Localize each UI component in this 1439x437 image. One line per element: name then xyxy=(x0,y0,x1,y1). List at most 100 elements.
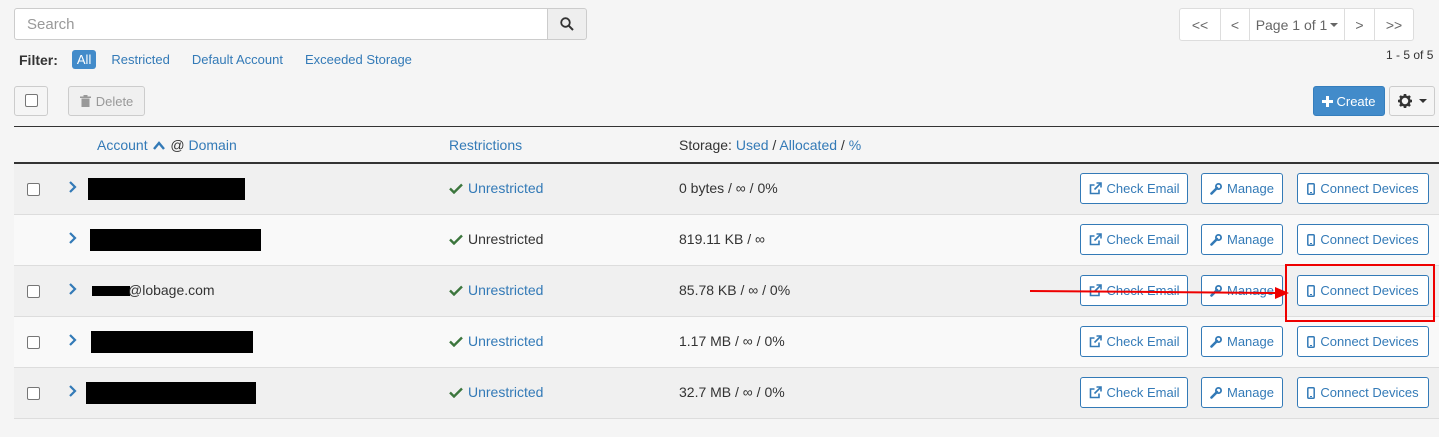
check-email-label: Check Email xyxy=(1106,334,1180,349)
connect-devices-button[interactable]: Connect Devices xyxy=(1297,224,1429,255)
check-email-button[interactable]: Check Email xyxy=(1080,224,1188,255)
redacted-account xyxy=(90,229,261,251)
search-input[interactable]: Search xyxy=(14,8,548,40)
pagination: << < Page 1 of 1 > >> xyxy=(1179,8,1414,41)
manage-button[interactable]: Manage xyxy=(1201,224,1283,255)
filter-all[interactable]: All xyxy=(71,50,97,69)
caret-down-icon xyxy=(1330,22,1339,27)
select-all-checkbox[interactable] xyxy=(25,94,38,107)
table-row: Unrestricted 32.7 MB / ∞ / 0% Check Email M… xyxy=(14,368,1439,419)
chevron-right-icon[interactable] xyxy=(68,282,77,296)
connect-devices-label: Connect Devices xyxy=(1320,334,1419,349)
settings-dropdown-button[interactable] xyxy=(1389,86,1435,116)
storage-usage: 0 bytes / ∞ / 0% xyxy=(679,180,778,196)
chevron-right-icon[interactable] xyxy=(68,231,77,245)
filter-restricted[interactable]: Restricted xyxy=(111,52,170,67)
trash-icon xyxy=(79,95,91,107)
sort-account-link[interactable]: Account xyxy=(97,137,148,153)
check-icon xyxy=(449,234,463,245)
check-email-label: Check Email xyxy=(1106,181,1180,196)
storage-header: Storage: Used / Allocated / % xyxy=(679,137,861,153)
storage-usage: 85.78 KB / ∞ / 0% xyxy=(679,282,791,298)
check-icon xyxy=(449,183,463,194)
connect-devices-label: Connect Devices xyxy=(1320,232,1419,247)
create-label: Create xyxy=(1336,93,1376,109)
sort-ascending-icon xyxy=(153,141,166,150)
wrench-icon xyxy=(1210,182,1222,195)
restriction-status[interactable]: Unrestricted xyxy=(449,282,543,298)
annotation-highlight-box xyxy=(1285,264,1435,322)
row-checkbox[interactable] xyxy=(27,285,40,298)
check-email-label: Check Email xyxy=(1106,232,1180,247)
restriction-status[interactable]: Unrestricted xyxy=(449,384,543,400)
mobile-phone-icon xyxy=(1307,335,1316,348)
check-icon xyxy=(449,285,463,296)
storage-usage: 819.11 KB / ∞ xyxy=(679,231,765,247)
page-select[interactable]: Page 1 of 1 xyxy=(1249,8,1345,41)
restriction-status[interactable]: Unrestricted xyxy=(449,333,543,349)
prev-page-button[interactable]: < xyxy=(1220,8,1250,41)
restriction-label: Unrestricted xyxy=(468,333,544,349)
slash-separator: / xyxy=(772,137,777,153)
chevron-right-icon[interactable] xyxy=(68,384,77,398)
row-checkbox[interactable] xyxy=(27,183,40,196)
table-row: Unrestricted 0 bytes / ∞ / 0% Check Email M… xyxy=(14,164,1439,215)
row-checkbox[interactable] xyxy=(27,336,40,349)
wrench-icon xyxy=(1210,233,1222,246)
restrictions-header[interactable]: Restrictions xyxy=(449,137,522,153)
chevron-right-icon[interactable] xyxy=(68,333,77,347)
sort-domain-link[interactable]: Domain xyxy=(188,137,236,153)
check-email-button[interactable]: Check Email xyxy=(1080,377,1188,408)
storage-usage: 1.17 MB / ∞ / 0% xyxy=(679,333,785,349)
wrench-icon xyxy=(1210,335,1222,348)
connect-devices-label: Connect Devices xyxy=(1320,181,1419,196)
manage-button[interactable]: Manage xyxy=(1201,326,1283,357)
storage-usage: 32.7 MB / ∞ / 0% xyxy=(679,384,785,400)
manage-label: Manage xyxy=(1227,181,1274,196)
check-email-button[interactable]: Check Email xyxy=(1080,173,1188,204)
slash-separator: / xyxy=(840,137,845,153)
caret-down-icon xyxy=(1418,99,1427,103)
select-all-button[interactable] xyxy=(14,86,48,116)
external-link-icon xyxy=(1089,182,1102,195)
delete-button[interactable]: Delete xyxy=(68,86,145,116)
search-button[interactable] xyxy=(547,8,587,40)
manage-label: Manage xyxy=(1227,334,1274,349)
manage-label: Manage xyxy=(1227,232,1274,247)
filter-exceeded-storage[interactable]: Exceeded Storage xyxy=(305,52,412,67)
chevron-right-icon[interactable] xyxy=(68,180,77,194)
restriction-label: Unrestricted xyxy=(468,231,544,247)
connect-devices-button[interactable]: Connect Devices xyxy=(1297,326,1429,357)
connect-devices-button[interactable]: Connect Devices xyxy=(1297,377,1429,408)
manage-button[interactable]: Manage xyxy=(1201,377,1283,408)
restriction-label: Unrestricted xyxy=(468,282,544,298)
plus-icon xyxy=(1322,95,1334,107)
redacted-account xyxy=(86,382,256,404)
mobile-phone-icon xyxy=(1307,386,1316,399)
restriction-status[interactable]: Unrestricted xyxy=(449,180,543,196)
at-separator: @ xyxy=(170,137,185,153)
page-select-label: Page 1 of 1 xyxy=(1255,16,1328,33)
last-page-button[interactable]: >> xyxy=(1374,8,1414,41)
external-link-icon xyxy=(1089,233,1102,246)
table-row: Unrestricted 1.17 MB / ∞ / 0% Check Email M… xyxy=(14,317,1439,368)
filter-default-account[interactable]: Default Account xyxy=(192,52,283,67)
restriction-label: Unrestricted xyxy=(468,180,544,196)
result-range: 1 - 5 of 5 xyxy=(1386,48,1434,62)
storage-label: Storage: xyxy=(679,137,732,153)
sort-percent-link[interactable]: % xyxy=(849,137,861,153)
first-page-button[interactable]: << xyxy=(1179,8,1221,41)
connect-devices-button[interactable]: Connect Devices xyxy=(1297,173,1429,204)
annotation-arrow xyxy=(1029,287,1289,299)
sort-used-link[interactable]: Used xyxy=(736,137,769,153)
redacted-account xyxy=(91,331,253,353)
filter-bar: Filter: All Restricted Default Account E… xyxy=(19,50,434,69)
manage-button[interactable]: Manage xyxy=(1201,173,1283,204)
redacted-account xyxy=(92,286,130,296)
row-checkbox[interactable] xyxy=(27,387,40,400)
mobile-phone-icon xyxy=(1307,182,1316,195)
create-button[interactable]: Create xyxy=(1313,86,1385,116)
check-email-button[interactable]: Check Email xyxy=(1080,326,1188,357)
sort-allocated-link[interactable]: Allocated xyxy=(779,137,837,153)
next-page-button[interactable]: > xyxy=(1344,8,1375,41)
